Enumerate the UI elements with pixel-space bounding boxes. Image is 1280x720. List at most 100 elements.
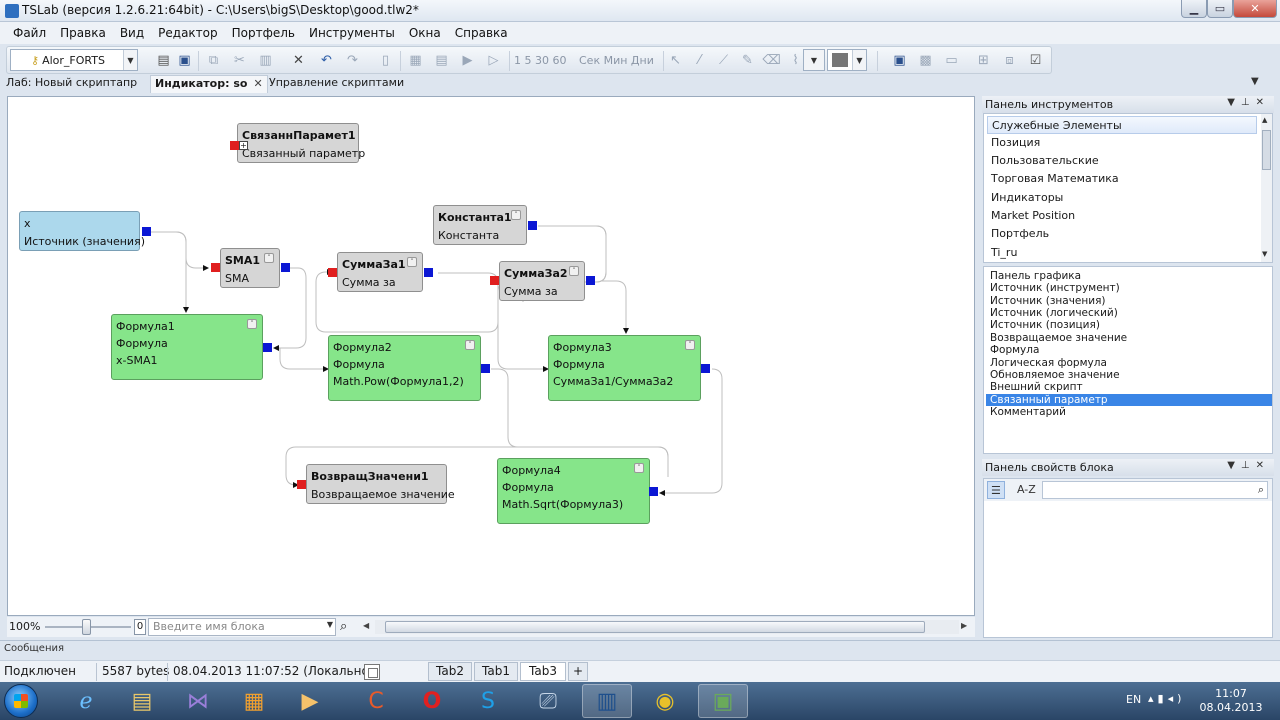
element-source-values[interactable]: Источник (значения)	[986, 295, 1272, 307]
chevron-down-icon[interactable]: ▼	[804, 50, 824, 70]
close-button[interactable]: ✕	[1233, 0, 1277, 18]
collapse-icon[interactable]: ˅	[465, 340, 475, 350]
element-logical-formula[interactable]: Логическая формула	[986, 357, 1272, 369]
line-style-select[interactable]: ▼	[803, 49, 825, 71]
office-icon[interactable]: ▦	[229, 684, 279, 718]
diagram-canvas[interactable]: СвязаннПарамет1 Связанный параметр + x И…	[7, 96, 975, 616]
menu-help[interactable]: Справка	[448, 26, 515, 40]
categorized-view-icon[interactable]: ☰	[987, 481, 1005, 499]
output-port[interactable]	[528, 221, 537, 230]
category-indicators[interactable]: Индикаторы	[987, 189, 1257, 207]
tab-lab[interactable]: Лаб: Новый скриптапр	[2, 75, 141, 93]
internet-explorer-icon[interactable]: ℯ	[61, 684, 111, 718]
ccleaner-icon[interactable]: C	[351, 684, 401, 718]
tab-tab1[interactable]: Tab1	[474, 662, 518, 681]
scroll-up-icon[interactable]: ▲	[1262, 116, 1267, 124]
category-scrollbar[interactable]: ▲ ▼	[1261, 114, 1272, 262]
output-port[interactable]	[701, 364, 710, 373]
block-search-input[interactable]: Введите имя блока ▼	[148, 618, 336, 636]
collapse-icon[interactable]: ˅	[685, 340, 695, 350]
output-port[interactable]	[481, 364, 490, 373]
pencil-icon[interactable]: ✎	[739, 52, 756, 69]
chart-icon[interactable]: ▦	[407, 52, 424, 69]
category-custom[interactable]: Пользовательские	[987, 152, 1257, 170]
output-port[interactable]	[281, 263, 290, 272]
chrome-icon[interactable]: ◉	[640, 684, 690, 718]
color-select[interactable]: ▼	[827, 49, 867, 71]
category-trading-math[interactable]: Торговая Математика	[987, 170, 1257, 188]
start-button[interactable]	[4, 684, 38, 718]
chevron-down-icon[interactable]: ▼	[327, 620, 333, 629]
copy-icon[interactable]: ⧉	[205, 52, 222, 69]
category-position[interactable]: Позиция	[987, 134, 1257, 152]
save-icon[interactable]: ▣	[176, 52, 193, 69]
props-search-input[interactable]: ⌕	[1042, 481, 1268, 499]
category-market-position[interactable]: Market Position	[987, 207, 1257, 225]
system-clock[interactable]: 11:07 08.04.2013	[1196, 687, 1266, 715]
undo-icon[interactable]: ↶	[318, 52, 335, 69]
delete-icon[interactable]: ✕	[290, 52, 307, 69]
step-icon[interactable]: ▷	[485, 52, 502, 69]
collapse-icon[interactable]: ˅	[634, 463, 644, 473]
file-explorer-icon[interactable]: ▤	[117, 684, 167, 718]
tab-indicator[interactable]: Индикатор: so ✕	[150, 75, 268, 93]
open-folder-icon[interactable]: ▤	[155, 52, 172, 69]
opera-icon[interactable]: O	[407, 684, 457, 718]
tslab-taskbar-icon[interactable]: ▥	[582, 684, 632, 718]
tab-tab2[interactable]: Tab2	[428, 662, 472, 681]
account-select[interactable]: ⚷ Alor_FORTS ▼	[10, 49, 138, 71]
play-icon[interactable]: ▶	[459, 52, 476, 69]
output-port[interactable]	[586, 276, 595, 285]
element-linked-param[interactable]: Связанный параметр	[986, 394, 1272, 406]
collapse-icon[interactable]: ˅	[247, 319, 257, 329]
horizontal-scrollbar[interactable]: ◀ ▶	[363, 620, 971, 634]
media-player-icon[interactable]: ▶	[285, 684, 335, 718]
save-layout-icon[interactable]: ▣	[891, 52, 908, 69]
expand-icon[interactable]: +	[239, 141, 248, 150]
node-sum1[interactable]: СуммаЗа1 Сумма за ˄	[337, 252, 423, 292]
chevron-down-icon[interactable]: ▼	[852, 50, 866, 70]
collapse-icon[interactable]: ˄	[511, 210, 521, 220]
pointer-icon[interactable]: ↖	[667, 52, 684, 69]
output-port[interactable]	[424, 268, 433, 277]
maximize-button[interactable]: ▭	[1207, 0, 1233, 18]
language-indicator[interactable]: EN	[1126, 693, 1141, 706]
element-source-instrument[interactable]: Источник (инструмент)	[986, 282, 1272, 294]
terminal-app-icon[interactable]: ▣	[698, 684, 748, 718]
grid-icon[interactable]: ⊞	[975, 52, 992, 69]
save-all-icon[interactable]: ▩	[917, 52, 934, 69]
checklist-icon[interactable]: ☑	[1027, 52, 1044, 69]
collapse-icon[interactable]: ˄	[407, 257, 417, 267]
element-comment[interactable]: Комментарий	[986, 406, 1272, 418]
close-tab-icon[interactable]: ✕	[253, 77, 262, 90]
panel-menu-arrow-icon[interactable]: ▼	[1251, 76, 1259, 87]
ray-tool-icon[interactable]: ⟋	[715, 52, 732, 69]
tab-tab3[interactable]: Tab3	[520, 662, 566, 681]
node-sum2[interactable]: СуммаЗа2 Сумма за ˄	[499, 261, 585, 301]
brush-icon[interactable]: ⌇	[787, 52, 804, 69]
scroll-right-icon[interactable]: ▶	[961, 621, 967, 630]
messages-panel-header[interactable]: Сообщения	[0, 640, 1280, 660]
menu-portfolio[interactable]: Портфель	[225, 26, 302, 40]
input-port[interactable]	[490, 276, 499, 285]
menu-file[interactable]: Файл	[6, 26, 53, 40]
node-linked-param[interactable]: СвязаннПарамет1 Связанный параметр	[237, 123, 365, 163]
input-port[interactable]	[328, 268, 337, 277]
scroll-thumb[interactable]	[385, 621, 925, 633]
menu-edit[interactable]: Правка	[53, 26, 113, 40]
eraser-icon[interactable]: ⌫	[762, 52, 780, 69]
scroll-left-icon[interactable]: ◀	[363, 621, 369, 630]
node-formula3[interactable]: Формула3 Формула СуммаЗа1/СуммаЗа2 ˅	[548, 335, 701, 401]
search-icon[interactable]: ⌕	[1258, 483, 1264, 497]
menu-editor[interactable]: Редактор	[151, 26, 224, 40]
element-source-position[interactable]: Источник (позиция)	[986, 319, 1272, 331]
input-port[interactable]	[649, 487, 658, 496]
sort-alpha-button[interactable]: A-Z	[1014, 481, 1039, 499]
line-tool-icon[interactable]: ⁄	[691, 52, 708, 69]
input-port[interactable]	[297, 480, 306, 489]
menu-windows[interactable]: Окна	[402, 26, 448, 40]
node-formula4[interactable]: Формула4 Формула Math.Sqrt(Формула3) ˅	[497, 458, 650, 524]
zoom-slider-thumb[interactable]	[82, 619, 91, 635]
element-updated-value[interactable]: Обновляемое значение	[986, 369, 1272, 381]
skype-icon[interactable]: S	[463, 684, 513, 718]
